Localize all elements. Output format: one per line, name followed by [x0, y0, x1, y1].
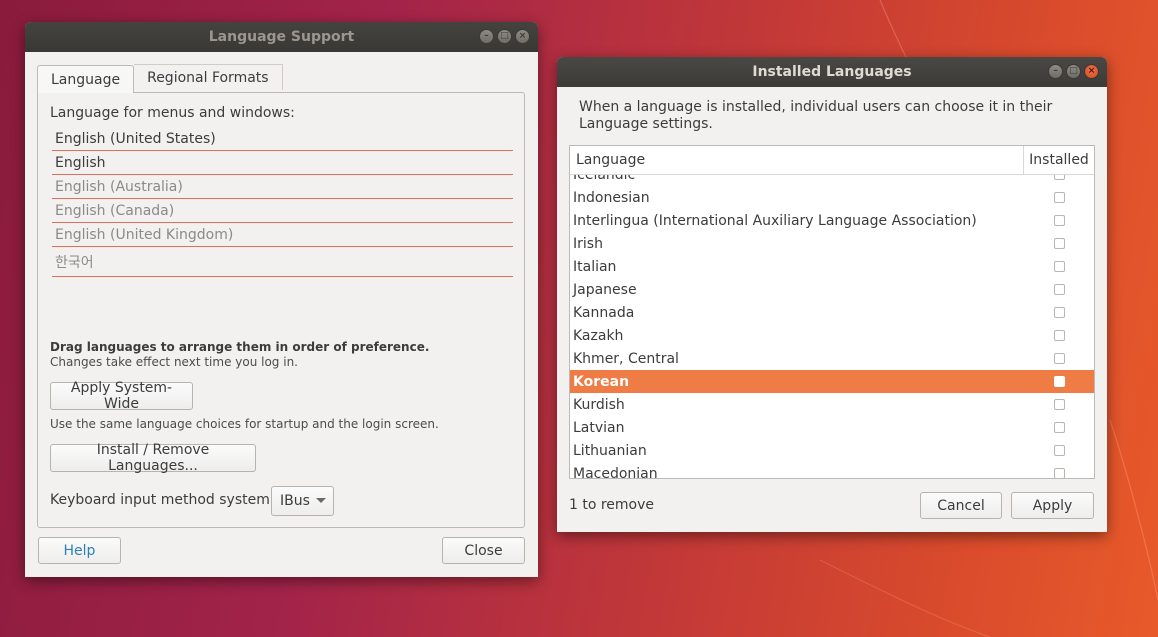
- table-row[interactable]: Interlingua (International Auxiliary Lan…: [570, 209, 1094, 232]
- installed-checkbox[interactable]: [1053, 192, 1065, 203]
- table-row[interactable]: Lithuanian: [570, 439, 1094, 462]
- language-support-titlebar[interactable]: Language Support – □ ×: [25, 22, 538, 52]
- column-header-language[interactable]: Language: [570, 146, 1024, 174]
- installed-checkbox[interactable]: [1053, 284, 1065, 295]
- tab-language[interactable]: Language: [37, 65, 135, 93]
- installed-checkbox[interactable]: [1053, 445, 1065, 456]
- maximize-icon[interactable]: □: [497, 29, 512, 44]
- apply-hint: Use the same language choices for startu…: [50, 417, 439, 431]
- list-item[interactable]: 한국어: [52, 247, 513, 277]
- table-row[interactable]: Indonesian: [570, 186, 1094, 209]
- installed-checkbox[interactable]: [1053, 215, 1065, 226]
- apply-system-wide-button[interactable]: Apply System-Wide: [50, 380, 193, 412]
- window-title: Installed Languages: [752, 64, 912, 80]
- installed-checkbox[interactable]: [1053, 353, 1065, 364]
- installed-languages-titlebar[interactable]: Installed Languages – □ ×: [557, 57, 1107, 87]
- keyboard-input-value: IBus: [280, 493, 310, 509]
- installed-checkbox[interactable]: [1053, 468, 1065, 478]
- close-icon[interactable]: ×: [515, 29, 530, 44]
- minimize-icon[interactable]: –: [479, 29, 494, 44]
- row-language: Khmer, Central: [573, 350, 679, 367]
- row-language: Kazakh: [573, 327, 624, 344]
- drag-hint: Drag languages to arrange them in order …: [50, 340, 430, 354]
- row-language: Korean: [573, 373, 630, 390]
- help-button[interactable]: Help: [38, 537, 121, 564]
- row-language: Kurdish: [573, 396, 625, 413]
- language-list: English (United States) English English …: [52, 127, 513, 277]
- installed-checkbox[interactable]: [1053, 399, 1065, 410]
- table-row[interactable]: Macedonian: [570, 462, 1094, 479]
- table-row[interactable]: Latvian: [570, 416, 1094, 439]
- row-language: Indonesian: [573, 189, 650, 206]
- apply-button[interactable]: Apply: [1011, 492, 1094, 519]
- installed-languages-description: When a language is installed, individual…: [579, 99, 1053, 132]
- tab-regional-formats[interactable]: Regional Formats: [134, 64, 283, 90]
- column-header-installed[interactable]: Installed: [1024, 146, 1094, 174]
- cancel-button[interactable]: Cancel: [920, 492, 1002, 519]
- languages-table: Language Installed Icelandic Indonesian …: [569, 145, 1095, 479]
- row-language: Japanese: [573, 281, 637, 298]
- list-item[interactable]: English (United States): [52, 127, 513, 151]
- installed-checkbox[interactable]: [1053, 238, 1065, 249]
- table-row[interactable]: Kannada: [570, 301, 1094, 324]
- list-item[interactable]: English (Australia): [52, 175, 513, 199]
- installed-checkbox[interactable]: [1053, 330, 1065, 341]
- table-row[interactable]: Kazakh: [570, 324, 1094, 347]
- installed-languages-window: Installed Languages – □ × When a languag…: [557, 57, 1107, 532]
- drag-hint-sub: Changes take effect next time you log in…: [50, 355, 298, 369]
- close-icon[interactable]: ×: [1084, 64, 1099, 79]
- window-title: Language Support: [208, 29, 355, 45]
- maximize-icon[interactable]: □: [1066, 64, 1081, 79]
- keyboard-input-label: Keyboard input method system:: [50, 492, 275, 508]
- table-rows: Icelandic Indonesian Interlingua (Intern…: [570, 163, 1094, 479]
- installed-checkbox[interactable]: [1053, 422, 1065, 433]
- row-language: Lithuanian: [573, 442, 647, 459]
- table-row[interactable]: Italian: [570, 255, 1094, 278]
- status-text: 1 to remove: [569, 497, 655, 513]
- close-button[interactable]: Close: [442, 537, 525, 564]
- list-item[interactable]: English: [52, 151, 513, 175]
- installed-checkbox[interactable]: [1053, 307, 1065, 318]
- install-remove-languages-button[interactable]: Install / Remove Languages...: [50, 442, 256, 474]
- table-row[interactable]: Japanese: [570, 278, 1094, 301]
- installed-checkbox[interactable]: [1053, 261, 1065, 272]
- installed-checkbox[interactable]: [1053, 376, 1065, 387]
- table-row[interactable]: Khmer, Central: [570, 347, 1094, 370]
- row-language: Italian: [573, 258, 617, 275]
- row-language: Macedonian: [573, 465, 658, 479]
- row-language: Irish: [573, 235, 603, 252]
- list-item[interactable]: English (Canada): [52, 199, 513, 223]
- chevron-down-icon: [316, 498, 326, 503]
- menus-label: Language for menus and windows:: [50, 105, 295, 121]
- table-row[interactable]: Kurdish: [570, 393, 1094, 416]
- table-row-selected[interactable]: Korean: [570, 370, 1094, 393]
- minimize-icon[interactable]: –: [1048, 64, 1063, 79]
- row-language: Latvian: [573, 419, 625, 436]
- language-tab-panel: Language for menus and windows: English …: [37, 92, 525, 528]
- keyboard-input-select[interactable]: IBus: [271, 486, 334, 516]
- table-row[interactable]: Irish: [570, 232, 1094, 255]
- row-language: Kannada: [573, 304, 635, 321]
- language-support-window: Language Support – □ × Language Regional…: [25, 22, 538, 577]
- row-language: Interlingua (International Auxiliary Lan…: [573, 212, 977, 229]
- table-header: Language Installed: [570, 146, 1094, 175]
- list-item[interactable]: English (United Kingdom): [52, 223, 513, 247]
